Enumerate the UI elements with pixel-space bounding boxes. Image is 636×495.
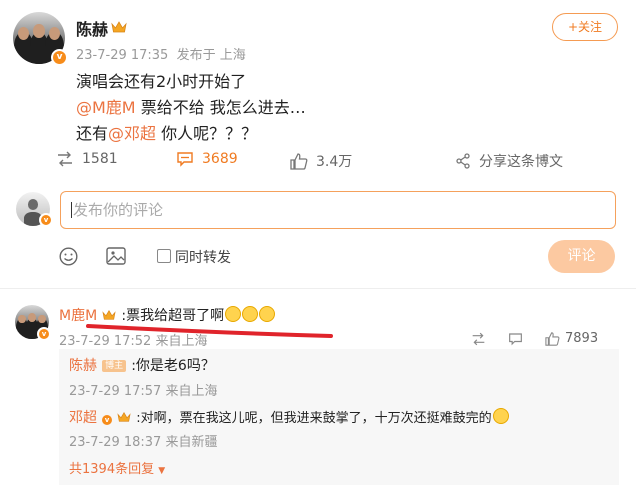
post-line-2: @M鹿M 票给不给 我怎么进去…	[76, 98, 306, 117]
reply-thread: 陈赫 博主 :你是老6吗？ 23-7-29 17:57 来自上海 邓超 v :对…	[59, 349, 619, 485]
reply-author[interactable]: 邓超	[69, 410, 97, 426]
reply-item: 陈赫 博主 :你是老6吗？	[69, 355, 215, 375]
repost-option-label: 同时转发	[175, 250, 231, 266]
reply-time: 23-7-29 17:57 来自上海	[69, 384, 218, 399]
verified-badge-icon: v	[51, 49, 68, 66]
reply-author[interactable]: 陈赫	[69, 358, 97, 374]
like-icon[interactable]	[545, 331, 560, 346]
image-icon[interactable]	[106, 247, 126, 265]
divider	[0, 288, 636, 289]
caret-down-icon: ▼	[158, 466, 166, 476]
reply-text: :对啊，票在我这儿呢，但我进来鼓掌了，十万次还挺难鼓完的	[136, 411, 492, 426]
more-replies-link[interactable]: 共1394条回复 ▼	[69, 458, 165, 477]
comment-actions: 7893	[471, 331, 598, 346]
verified-badge-icon: v	[102, 415, 113, 425]
author-tag: 博主	[102, 360, 127, 372]
comment-input[interactable]: 发布你的评论	[60, 191, 616, 229]
reply-item: 邓超 v :对啊，票在我这儿呢，但我进来鼓掌了，十万次还挺难鼓完的	[69, 407, 509, 427]
comment-like-count: 7893	[565, 331, 599, 346]
repost-icon	[58, 151, 72, 167]
crown-icon	[111, 21, 127, 33]
post-author-name[interactable]: 陈赫	[76, 16, 108, 40]
submit-comment-button[interactable]: 评论	[548, 240, 615, 273]
verified-badge-icon: v	[37, 327, 51, 341]
reply-time: 23-7-29 18:37 来自新疆	[69, 435, 218, 450]
post-line-3: 还有@邓超 你人呢？？？	[76, 124, 258, 143]
emoji-icon[interactable]	[59, 247, 78, 266]
mention-link[interactable]: @M鹿M	[76, 98, 136, 117]
share-icon[interactable]	[471, 332, 486, 346]
post-line-1: 演唱会还有2小时开始了	[76, 72, 247, 91]
like-button[interactable]: 3.4万	[290, 151, 352, 171]
share-icon	[456, 153, 470, 169]
reply-icon[interactable]	[508, 332, 523, 346]
red-underline-mark	[86, 324, 333, 338]
comment-count-button[interactable]: 3689	[176, 151, 238, 167]
verified-badge-icon: v	[39, 213, 53, 227]
like-icon	[290, 152, 308, 170]
crown-icon	[117, 412, 131, 422]
comment-icon	[177, 152, 193, 167]
follow-button[interactable]: +关注	[552, 13, 618, 41]
repost-checkbox[interactable]	[157, 249, 171, 263]
laugh-emoji-icon	[492, 408, 509, 424]
reply-text: :你是老6吗？	[131, 358, 215, 374]
repost-button[interactable]: 1581	[56, 151, 118, 167]
post-time: 23-7-29 17:35 发布于 上海	[76, 48, 246, 63]
mention-link[interactable]: @邓超	[108, 124, 156, 143]
share-button[interactable]: 分享这条博文	[455, 151, 563, 171]
